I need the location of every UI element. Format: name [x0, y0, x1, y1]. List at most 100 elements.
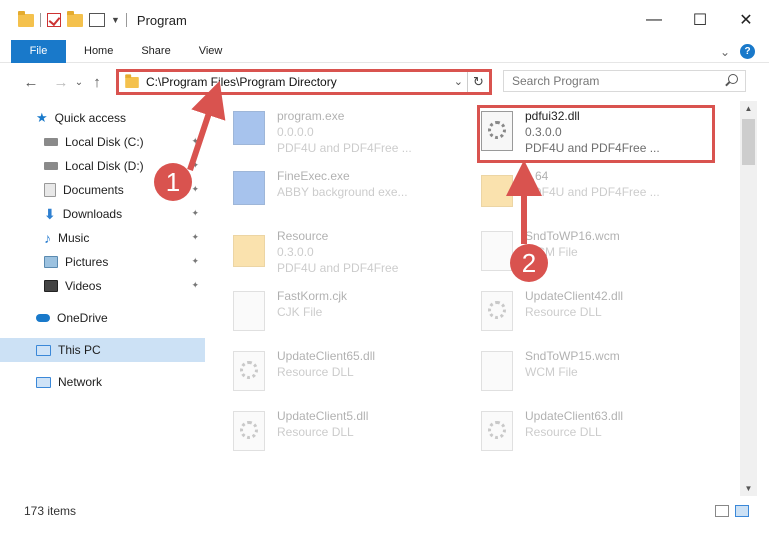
- scrollbar-thumb[interactable]: [742, 119, 755, 165]
- address-dropdown-icon[interactable]: ⌄: [454, 75, 463, 88]
- pin-icon: ✦: [191, 208, 199, 218]
- tab-file[interactable]: File: [11, 39, 66, 63]
- sidebar-item-label: Network: [58, 375, 103, 389]
- folder-icon: [481, 175, 513, 207]
- file-item[interactable]: UpdateClient65.dll Resource DLL: [233, 345, 478, 405]
- sidebar-item-label: Pictures: [65, 255, 109, 269]
- dll-file-icon: [481, 411, 513, 451]
- file-name: FastKorm.cjk: [277, 289, 348, 303]
- dll-file-icon: [233, 411, 265, 451]
- file-name: UpdateClient5.dll: [277, 409, 369, 423]
- new-folder-icon[interactable]: [67, 10, 83, 27]
- file-name: FineExec.exe: [277, 169, 350, 183]
- file-name: ...64: [525, 169, 549, 183]
- address-path[interactable]: C:\Program Files\Program Directory: [146, 75, 337, 89]
- file-name: program.exe: [277, 109, 345, 123]
- sidebar-item-network[interactable]: Network: [0, 370, 205, 394]
- pin-icon: ✦: [191, 256, 199, 266]
- file-type: Resource DLL: [525, 425, 602, 439]
- maximize-button[interactable]: ☐: [677, 0, 723, 40]
- file-name: SndToWP15.wcm: [525, 349, 620, 363]
- step-2-badge: 2: [510, 244, 548, 282]
- gear-icon: [488, 301, 506, 319]
- vertical-scrollbar[interactable]: ▲ ▼: [740, 101, 757, 496]
- pictures-icon: [44, 256, 58, 268]
- network-icon: [36, 376, 51, 388]
- navigation-pane: ★ Quick access Local Disk (C:) ✦ Local D…: [0, 101, 205, 496]
- window-title: Program: [136, 12, 187, 28]
- download-icon: ⬇: [44, 205, 56, 222]
- properties-check-icon[interactable]: [47, 13, 61, 27]
- close-button[interactable]: ✕: [723, 0, 769, 40]
- gear-icon: [240, 361, 258, 379]
- dll-file-icon: [481, 291, 513, 331]
- forward-button[interactable]: →: [50, 74, 72, 91]
- folder-icon[interactable]: [18, 10, 34, 27]
- file-type: Resource DLL: [525, 305, 602, 319]
- scroll-down-icon[interactable]: ▼: [740, 484, 757, 493]
- sidebar-item-videos[interactable]: Videos ✦: [0, 274, 205, 298]
- expand-ribbon-icon[interactable]: ⌄: [720, 45, 730, 59]
- file-icon: [481, 231, 513, 271]
- sidebar-item-pictures[interactable]: Pictures ✦: [0, 250, 205, 274]
- tab-home[interactable]: Home: [70, 45, 127, 57]
- sidebar-item-quick-access[interactable]: ★ Quick access: [0, 106, 205, 130]
- file-item[interactable]: Resource 0.3.0.0 PDF4U and PDF4Free: [233, 225, 478, 285]
- file-item[interactable]: UpdateClient5.dll Resource DLL: [233, 405, 478, 465]
- file-item[interactable]: UpdateClient63.dll Resource DLL: [481, 405, 726, 465]
- gear-icon: [240, 421, 258, 439]
- highlight-box: [477, 105, 715, 163]
- videos-icon: [44, 280, 58, 292]
- sidebar-item-label: OneDrive: [57, 311, 108, 325]
- sidebar-item-label: Videos: [65, 279, 102, 293]
- file-item[interactable]: SndToWP15.wcm WCM File: [481, 345, 726, 405]
- file-type: WCM File: [525, 365, 578, 379]
- up-button[interactable]: ↑: [86, 74, 108, 91]
- exe-file-icon: [233, 111, 265, 145]
- tiles-view-icon[interactable]: [735, 505, 749, 517]
- search-input[interactable]: Search Program: [503, 70, 746, 92]
- search-icon[interactable]: [728, 74, 738, 84]
- sidebar-item-downloads[interactable]: ⬇ Downloads ✦: [0, 202, 205, 226]
- file-item[interactable]: UpdateClient42.dll Resource DLL: [481, 285, 726, 345]
- file-description: ABBY background exe...: [277, 185, 408, 199]
- scroll-up-icon[interactable]: ▲: [740, 104, 757, 113]
- file-type: CJK File: [277, 305, 323, 319]
- file-item[interactable]: ...64 PDF4U and PDF4Free ...: [481, 165, 726, 225]
- refresh-button[interactable]: ↻: [467, 72, 489, 92]
- folder-icon: [233, 235, 265, 267]
- step-1-badge: 1: [154, 163, 192, 201]
- sidebar-item-this-pc[interactable]: This PC: [0, 338, 205, 362]
- file-item[interactable]: FastKorm.cjk CJK File: [233, 285, 478, 345]
- navigation-bar: ← → ⌄ ↑ C:\Program Files\Program Directo…: [0, 63, 769, 101]
- details-view-icon[interactable]: [715, 505, 729, 517]
- sidebar-item-label: Downloads: [62, 207, 123, 221]
- customize-dropdown-icon[interactable]: ▼: [111, 15, 120, 25]
- file-item[interactable]: FineExec.exe ABBY background exe...: [233, 165, 478, 225]
- exe-file-icon: [233, 171, 265, 205]
- minimize-button[interactable]: —: [631, 0, 677, 40]
- title-bar: ▼ Program — ☐ ✕: [0, 0, 769, 40]
- file-name: UpdateClient42.dll: [525, 289, 624, 303]
- recent-locations-button[interactable]: ⌄: [72, 77, 86, 88]
- dll-file-icon: [233, 351, 265, 391]
- help-icon[interactable]: ?: [740, 44, 755, 59]
- sidebar-item-local-disk-c[interactable]: Local Disk (C:) ✦: [0, 130, 205, 154]
- tab-share[interactable]: Share: [127, 45, 184, 57]
- sidebar-item-onedrive[interactable]: OneDrive: [0, 306, 205, 330]
- sidebar-item-label: Local Disk (C:): [65, 135, 144, 149]
- file-company: PDF4U and PDF4Free ...: [525, 185, 660, 199]
- file-company: PDF4U and PDF4Free: [277, 261, 399, 275]
- divider: [125, 13, 127, 27]
- sidebar-item-music[interactable]: ♪ Music ✦: [0, 226, 205, 250]
- address-bar[interactable]: C:\Program Files\Program Directory ⌄ ↻: [116, 69, 492, 95]
- file-version: 0.3.0.0: [277, 245, 314, 259]
- tab-view[interactable]: View: [185, 45, 237, 57]
- back-button[interactable]: ←: [20, 74, 42, 91]
- sidebar-item-label: Documents: [63, 183, 124, 197]
- file-name: SndToWP16.wcm: [525, 229, 620, 243]
- file-item[interactable]: program.exe 0.0.0.0 PDF4U and PDF4Free .…: [233, 105, 478, 165]
- pin-icon: ✦: [191, 184, 199, 194]
- properties-icon[interactable]: [89, 13, 105, 27]
- file-version: 0.0.0.0: [277, 125, 314, 139]
